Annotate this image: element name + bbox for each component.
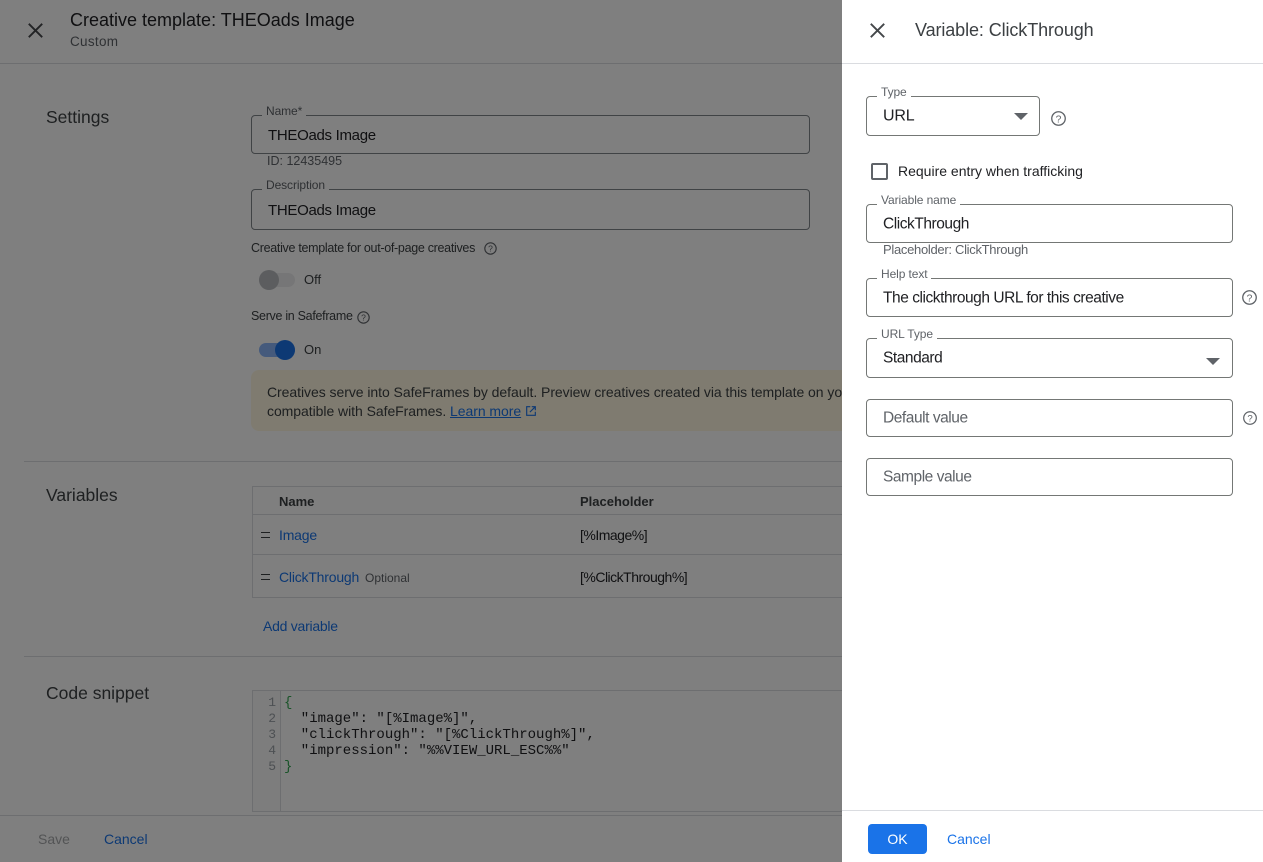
svg-text:?: ?: [1247, 293, 1253, 304]
svg-text:?: ?: [1247, 414, 1252, 425]
svg-text:?: ?: [1056, 114, 1062, 125]
